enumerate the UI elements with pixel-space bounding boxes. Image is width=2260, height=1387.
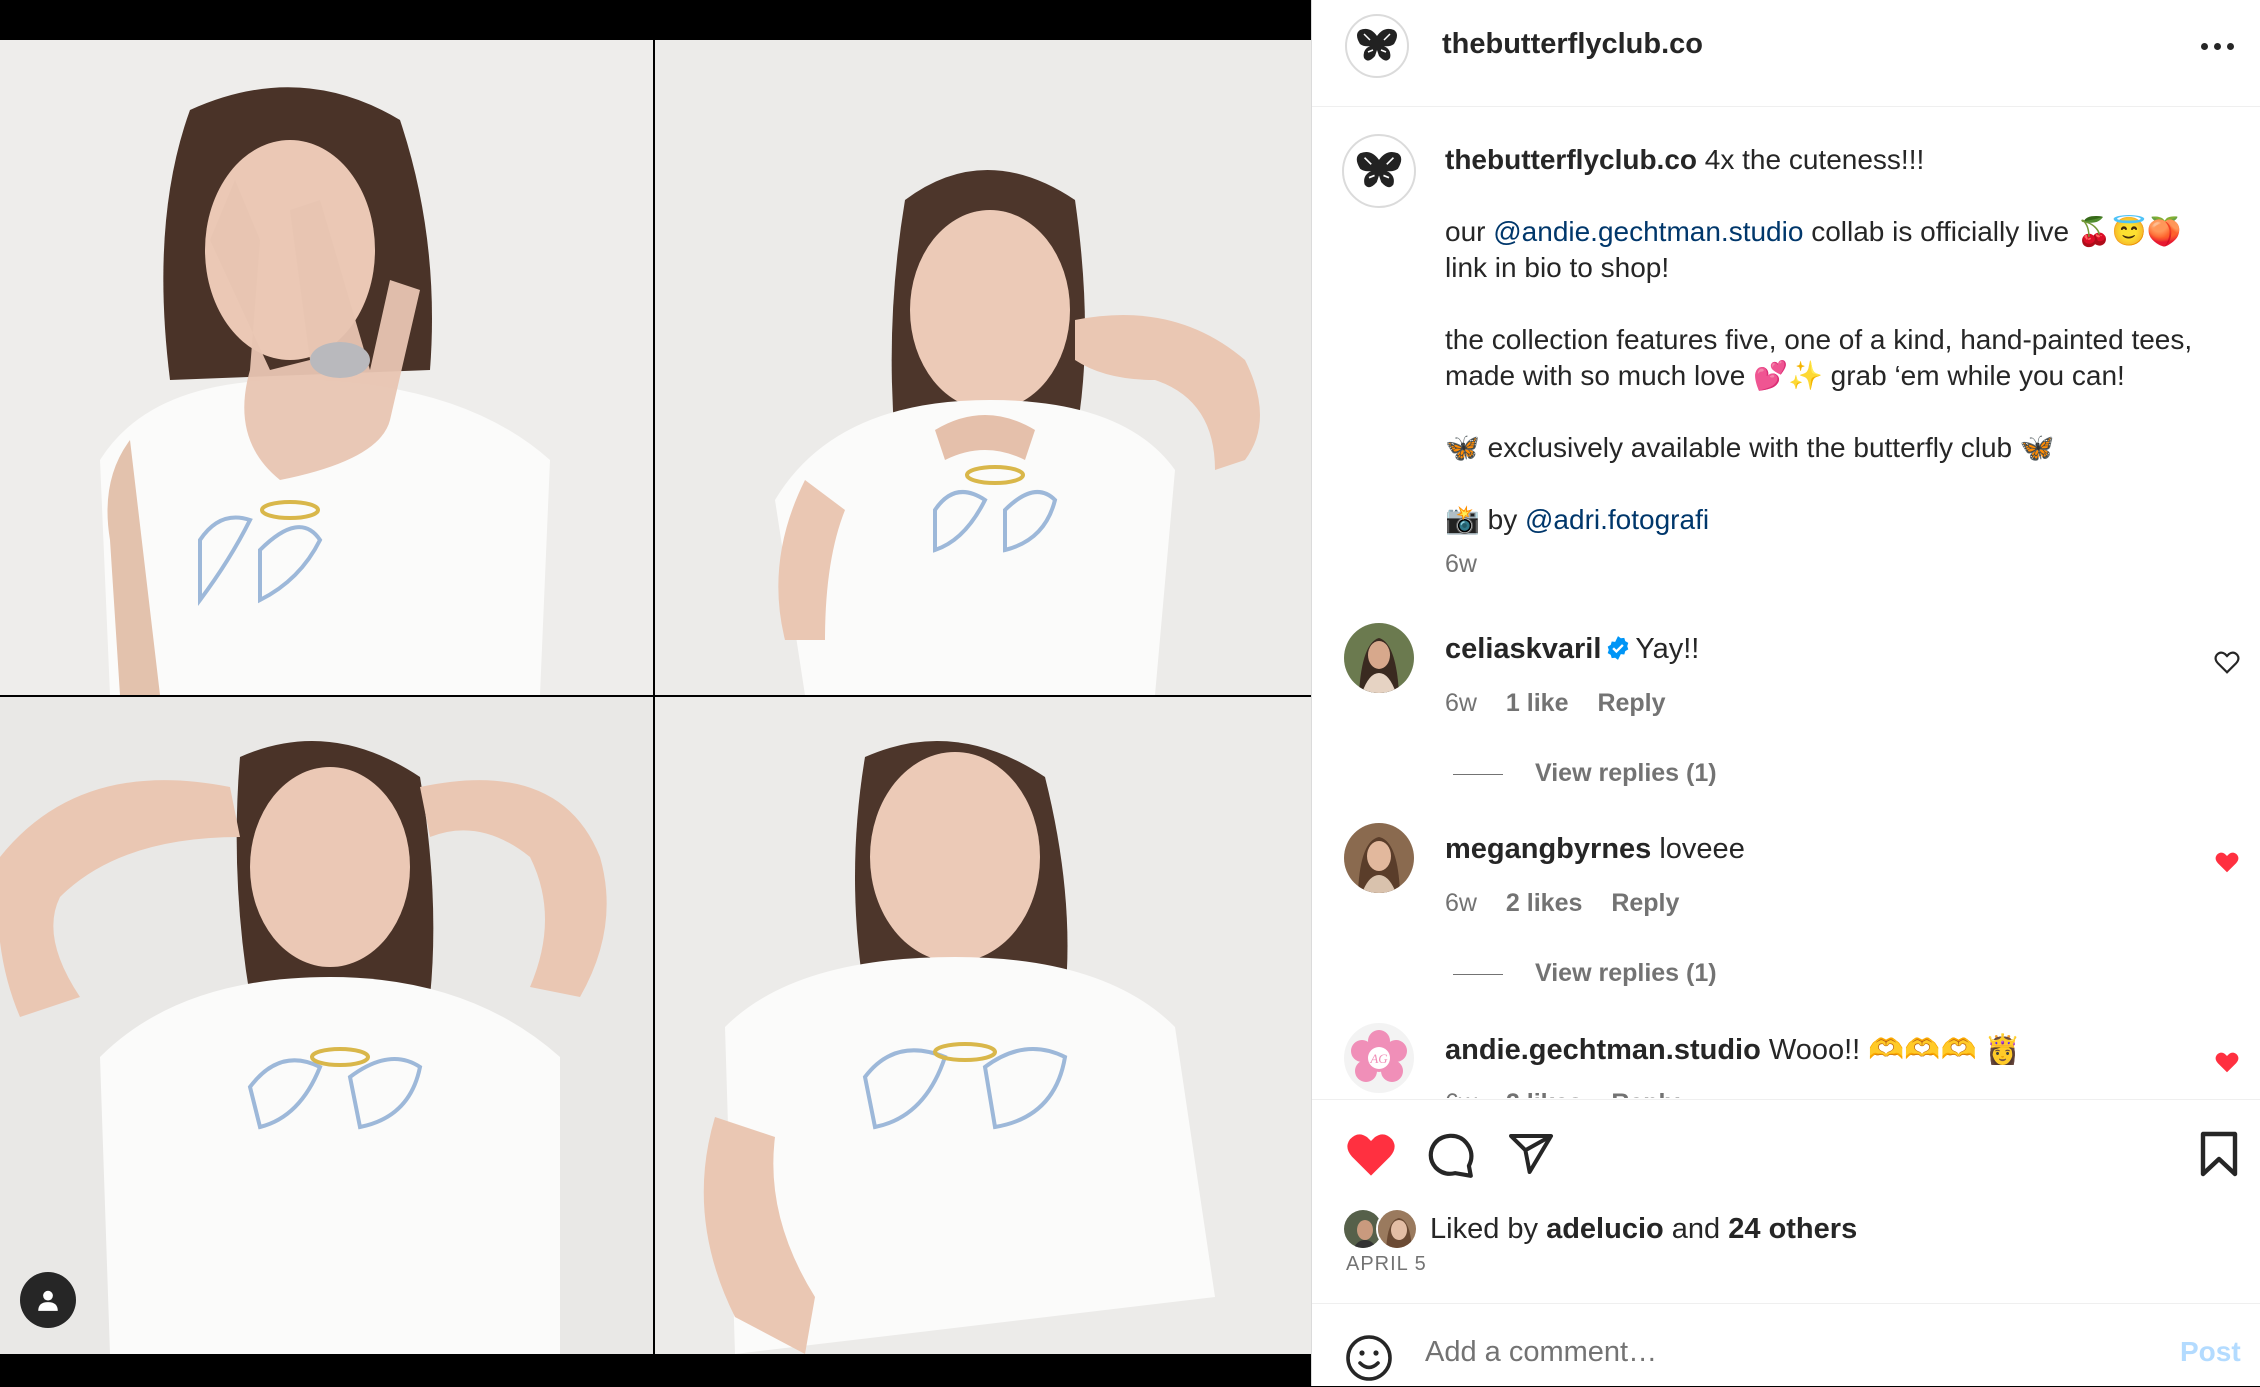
save-button[interactable] <box>2198 1130 2240 1183</box>
comment-input[interactable] <box>1425 1330 2105 1374</box>
comment-text: Yay!! <box>1635 633 1700 665</box>
comment-username[interactable]: andie.gechtman.studio <box>1445 1034 1761 1066</box>
reply-button[interactable]: Reply <box>1611 1089 1679 1098</box>
comment-meta: 6w 2 likes Reply <box>1445 889 1701 918</box>
more-dot-icon <box>2213 42 2221 50</box>
comment-time: 6w <box>1445 889 1477 917</box>
comments-scroll-area[interactable]: thebutterflyclub.co 4x the cuteness!!! o… <box>1312 108 2260 1098</box>
comment-text-row: megangbyrnes loveee <box>1445 833 1745 866</box>
post-header: thebutterflyclub.co <box>1312 0 2260 107</box>
comment-like-button[interactable] <box>2214 850 2240 879</box>
caption-paragraph: 🦋 exclusively available with the butterf… <box>1445 432 2055 463</box>
caption-username[interactable]: thebutterflyclub.co <box>1445 144 1697 175</box>
liked-by-others[interactable]: 24 others <box>1728 1213 1857 1246</box>
butterfly-logo-icon <box>1356 151 1402 188</box>
more-dot-icon <box>2226 42 2234 50</box>
comment-button[interactable] <box>1426 1130 1476 1185</box>
comment-meta: 6w 1 like Reply <box>1445 689 1688 718</box>
comment-bubble-icon <box>1428 1133 1474 1178</box>
divider-line <box>1453 973 1503 975</box>
liked-by-user[interactable]: adelucio <box>1546 1213 1664 1246</box>
tagged-users-button[interactable] <box>20 1272 76 1328</box>
collage-photo-hand-on-hip <box>655 697 1311 1354</box>
comment-likes[interactable]: 1 like <box>1506 689 1569 717</box>
heart-outline-icon <box>2214 651 2240 674</box>
instagram-post-modal: thebutterflyclub.co thebutterflyclub.co <box>0 0 2260 1386</box>
liked-by-summary: Liked by adelucio and 24 others <box>1342 1208 1857 1250</box>
account-avatar[interactable] <box>1345 14 1409 78</box>
header-username[interactable]: thebutterflyclub.co <box>1442 28 1703 61</box>
avatar[interactable]: AG <box>1344 1023 1414 1093</box>
liked-by-avatars <box>1342 1208 1420 1250</box>
post-comment-button[interactable]: Post <box>2180 1336 2241 1368</box>
comment-likes[interactable]: 2 likes <box>1506 1089 1582 1098</box>
caption-timestamp: 6w <box>1445 550 1477 578</box>
post-media <box>0 0 1311 1386</box>
post-caption: thebutterflyclub.co 4x the cuteness!!! o… <box>1445 142 2235 538</box>
collage-photo-peace-sign <box>0 40 653 695</box>
comment-meta: 6w 2 likes Reply <box>1445 1089 1701 1098</box>
comment-text-row: celiaskvaril Yay!! <box>1445 633 1699 666</box>
view-replies-label: View replies (1) <box>1535 759 1717 787</box>
more-options-button[interactable] <box>2192 28 2242 64</box>
caption-text: link in bio to shop! <box>1445 252 1670 283</box>
comment-username[interactable]: celiaskvaril <box>1445 633 1601 665</box>
photo-collage[interactable] <box>0 40 1311 1354</box>
comment-like-button[interactable] <box>2214 650 2240 679</box>
add-comment-bar: Post <box>1312 1303 2260 1386</box>
post-date[interactable]: APRIL 5 <box>1346 1253 1427 1276</box>
collage-photo-hands-behind-head <box>0 697 653 1354</box>
view-replies-button[interactable]: View replies (1) <box>1453 959 1717 988</box>
post-side-panel: thebutterflyclub.co thebutterflyclub.co <box>1311 0 2260 1386</box>
comment-time: 6w <box>1445 689 1477 717</box>
heart-filled-icon <box>2215 852 2239 873</box>
caption-avatar[interactable] <box>1342 134 1416 208</box>
reply-button[interactable]: Reply <box>1611 889 1679 917</box>
avatar[interactable] <box>1344 823 1414 893</box>
comment-text-row: andie.gechtman.studio Wooo!! 🫶🫶🫶 👸 <box>1445 1033 2021 1067</box>
paper-plane-icon <box>1509 1134 1553 1174</box>
mention-link[interactable]: @andie.gechtman.studio <box>1493 216 1803 247</box>
comment-text: Wooo!! 🫶🫶🫶 👸 <box>1768 1034 2021 1066</box>
heart-filled-icon <box>2215 1052 2239 1073</box>
comment-time: 6w <box>1445 1089 1477 1098</box>
mention-link[interactable]: @adri.fotografi <box>1525 504 1709 535</box>
divider-line <box>1453 773 1503 775</box>
caption-text: 📸 by <box>1445 504 1525 535</box>
liked-by-prefix: Liked by <box>1430 1212 1539 1245</box>
heart-filled-icon <box>1347 1134 1395 1176</box>
avatar[interactable] <box>1344 623 1414 693</box>
bookmark-icon <box>2200 1131 2238 1177</box>
comment-likes[interactable]: 2 likes <box>1506 889 1582 917</box>
like-button[interactable] <box>1345 1130 1397 1183</box>
emoji-button[interactable] <box>1345 1334 1393 1387</box>
comment-like-button[interactable] <box>2214 1050 2240 1079</box>
reply-button[interactable]: Reply <box>1597 689 1665 717</box>
caption-text: collab is officially live 🍒😇🍑 <box>1803 216 2182 247</box>
caption-text: our <box>1445 216 1494 247</box>
verified-badge-icon <box>1608 636 1629 660</box>
liked-by-and: and <box>1671 1212 1721 1245</box>
comment-text: loveee <box>1659 833 1745 865</box>
share-button[interactable] <box>1507 1130 1555 1183</box>
comment-username[interactable]: megangbyrnes <box>1445 833 1651 865</box>
smiley-icon <box>1346 1335 1392 1381</box>
post-action-bar: Liked by adelucio and 24 others APRIL 5 <box>1312 1099 2260 1303</box>
svg-text:AG: AG <box>1369 1051 1388 1066</box>
view-replies-label: View replies (1) <box>1535 959 1717 987</box>
more-dot-icon <box>2200 42 2208 50</box>
caption-line-1: 4x the cuteness!!! <box>1704 144 1925 175</box>
caption-paragraph: the collection features five, one of a k… <box>1445 324 2193 391</box>
view-replies-button[interactable]: View replies (1) <box>1453 759 1717 788</box>
person-icon <box>38 1290 58 1311</box>
collage-photo-hand-pose <box>655 40 1311 695</box>
avatar[interactable] <box>1376 1208 1418 1250</box>
butterfly-logo-icon <box>1357 28 1397 61</box>
